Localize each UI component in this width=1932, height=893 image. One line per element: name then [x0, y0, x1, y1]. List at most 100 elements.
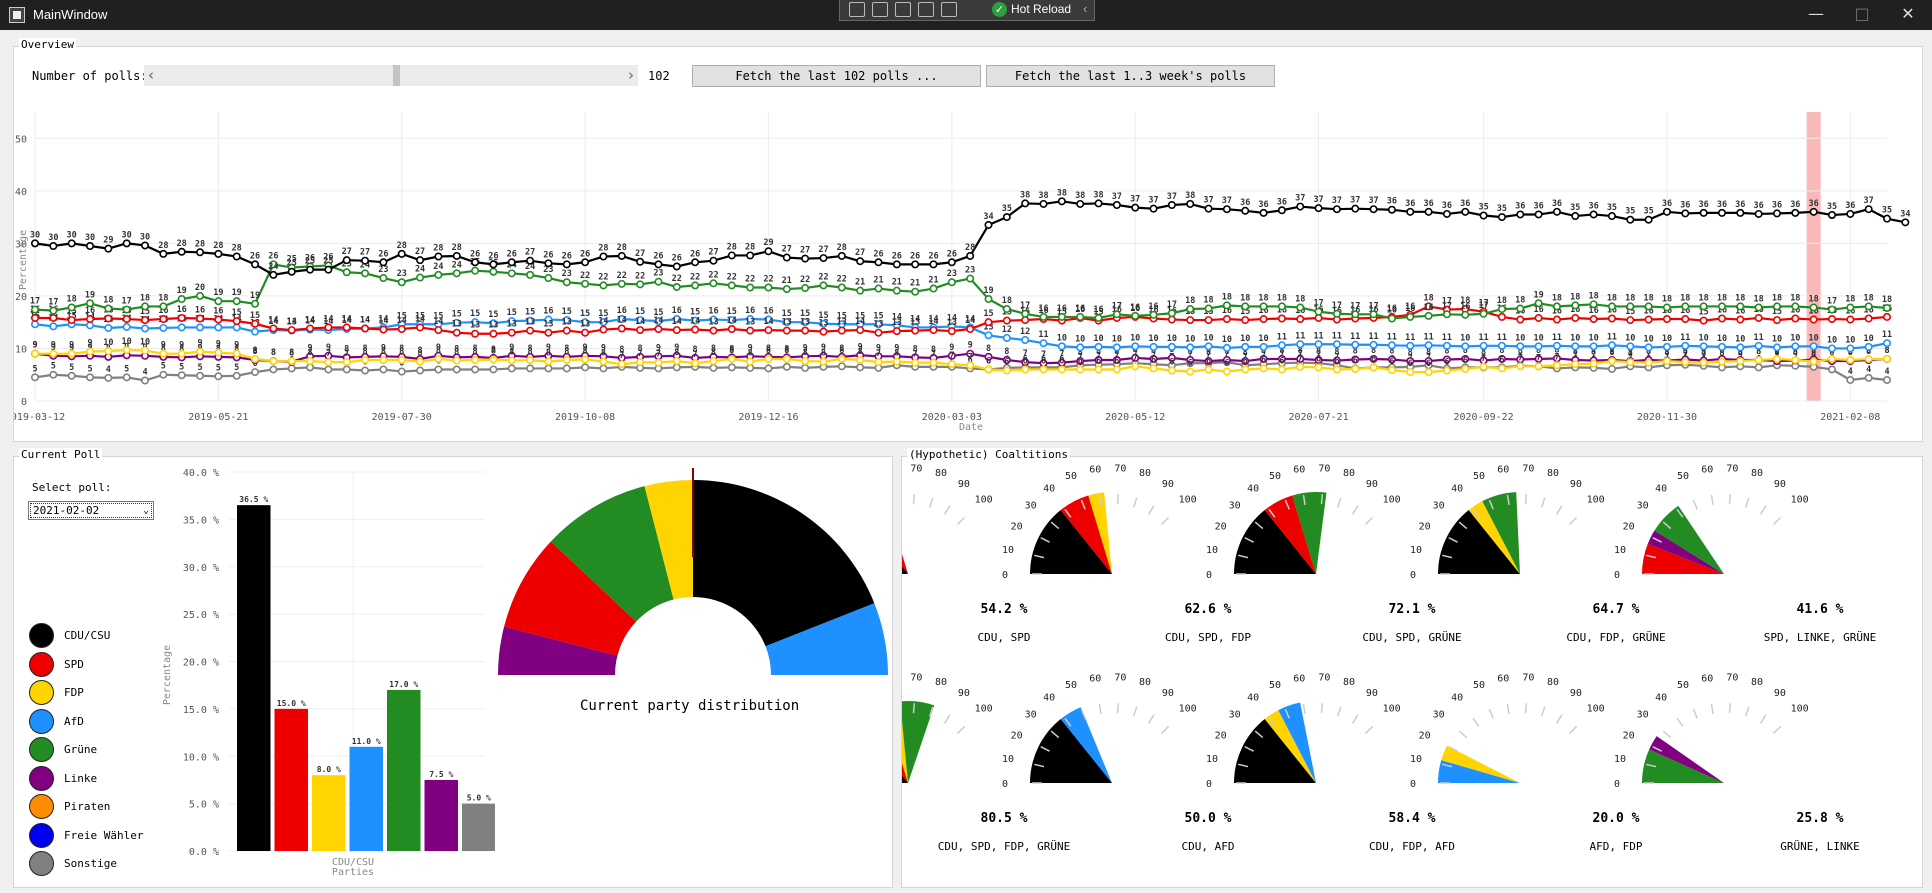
gauge-scale-label: 10	[1614, 754, 1626, 765]
poll-select[interactable]: 2021-02-02 ⌄	[28, 501, 154, 520]
data-point	[581, 363, 590, 372]
data-point	[141, 376, 150, 385]
data-label: 16	[543, 307, 553, 317]
fetch-polls-button[interactable]: Fetch the last 102 polls ...	[692, 65, 981, 87]
slider-thumb[interactable]	[392, 65, 400, 86]
data-point	[104, 304, 113, 313]
data-label: 36	[1662, 199, 1672, 209]
gauge-scale-label: 80	[1547, 677, 1559, 688]
data-label: 6	[1224, 359, 1229, 369]
hot-reload-label[interactable]: Hot Reload	[1011, 2, 1071, 16]
data-label: 17	[122, 297, 132, 307]
data-point	[947, 278, 956, 287]
slider-increase-icon[interactable]: ›	[628, 66, 634, 84]
gauge-scale-label: 70	[1318, 463, 1330, 474]
gauge-scale-label: 40	[1451, 483, 1463, 494]
data-point	[1571, 301, 1580, 310]
data-point	[214, 372, 223, 381]
data-point	[1681, 315, 1690, 324]
data-point	[122, 346, 131, 355]
data-label: 7	[693, 350, 698, 360]
data-point	[1277, 302, 1286, 311]
data-point	[30, 305, 39, 314]
gauge-tick	[1555, 505, 1563, 515]
data-point	[617, 279, 626, 288]
binding-failure-icon[interactable]	[941, 2, 957, 17]
data-point	[1149, 342, 1158, 351]
data-label: 23	[965, 266, 975, 276]
data-label: 10	[1735, 334, 1745, 344]
hot-reload-check-icon[interactable]: ✓	[992, 2, 1007, 17]
polls-slider[interactable]: ‹ ›	[144, 65, 638, 86]
data-label: 10	[140, 338, 150, 348]
data-point	[1351, 340, 1360, 349]
coalition-parties: CDU, FDP, GRÜNE	[1566, 631, 1665, 644]
data-label: 22	[672, 274, 682, 284]
data-label: 18	[1258, 293, 1268, 303]
data-label: 8	[418, 349, 423, 359]
collapse-toolbar-icon[interactable]: ‹	[1083, 1, 1087, 16]
data-point	[1186, 367, 1195, 376]
data-label: 38	[1075, 191, 1085, 201]
track-focus-icon[interactable]	[895, 2, 911, 17]
data-point	[361, 356, 370, 365]
data-point	[1057, 342, 1066, 351]
data-point	[342, 323, 351, 332]
data-label: 18	[1552, 293, 1562, 303]
data-label: 35	[1497, 204, 1507, 214]
data-label: 7	[876, 349, 881, 359]
data-label: 15	[250, 311, 260, 321]
data-point	[1736, 302, 1745, 311]
data-label: 10	[1533, 333, 1543, 343]
data-point	[1809, 357, 1818, 366]
data-point	[397, 367, 406, 376]
data-label: 19	[85, 290, 95, 300]
fetch-weeks-button[interactable]: Fetch the last 1..3 week's polls	[986, 65, 1275, 87]
data-point	[1626, 302, 1635, 311]
data-label: 36	[1754, 201, 1764, 211]
data-label: 10	[1588, 333, 1598, 343]
gauge-tick	[1744, 706, 1750, 717]
data-point	[856, 286, 865, 295]
data-label: 13	[507, 320, 517, 330]
data-point	[1332, 205, 1341, 214]
coalition-parties: SPD, LINKE, GRÜNE	[1764, 631, 1877, 644]
slider-decrease-icon[interactable]: ‹	[148, 66, 154, 84]
close-button[interactable]: ✕	[1885, 0, 1931, 30]
data-point	[1772, 209, 1781, 218]
data-point	[122, 373, 131, 382]
data-label: 10	[1240, 334, 1250, 344]
gauge-scale-label: 70	[1114, 672, 1126, 683]
data-point	[416, 323, 425, 332]
data-point	[214, 323, 223, 332]
y-tick-label: 20.0 %	[183, 658, 219, 669]
data-point	[416, 366, 425, 375]
legend-label: Grüne	[64, 743, 98, 756]
data-point	[1883, 339, 1892, 348]
gauge-scale-label: 60	[1293, 673, 1305, 684]
minimize-button[interactable]: —	[1793, 0, 1839, 30]
data-label: 6	[1389, 357, 1394, 367]
data-point	[86, 347, 95, 356]
data-label: 28	[232, 244, 242, 254]
data-point	[361, 269, 370, 278]
data-label: 18	[1735, 293, 1745, 303]
data-label: 7	[656, 350, 661, 360]
data-label: 23	[562, 269, 572, 279]
data-point	[214, 348, 223, 357]
select-element-icon[interactable]	[849, 2, 865, 17]
data-label: 8	[509, 348, 514, 358]
layout-adorner-icon[interactable]	[918, 2, 934, 17]
data-label: 6	[1243, 356, 1248, 366]
gauge-tick	[1320, 703, 1324, 714]
data-point	[911, 260, 920, 269]
data-point	[947, 258, 956, 267]
maximize-button[interactable]: □	[1839, 0, 1885, 30]
data-point	[892, 260, 901, 269]
data-point	[599, 357, 608, 366]
data-label: 7	[968, 352, 973, 362]
data-point	[1589, 210, 1598, 219]
data-point	[1241, 365, 1250, 374]
display-target-icon[interactable]	[872, 2, 888, 17]
x-tick-label: 2019-03-12	[14, 412, 65, 423]
